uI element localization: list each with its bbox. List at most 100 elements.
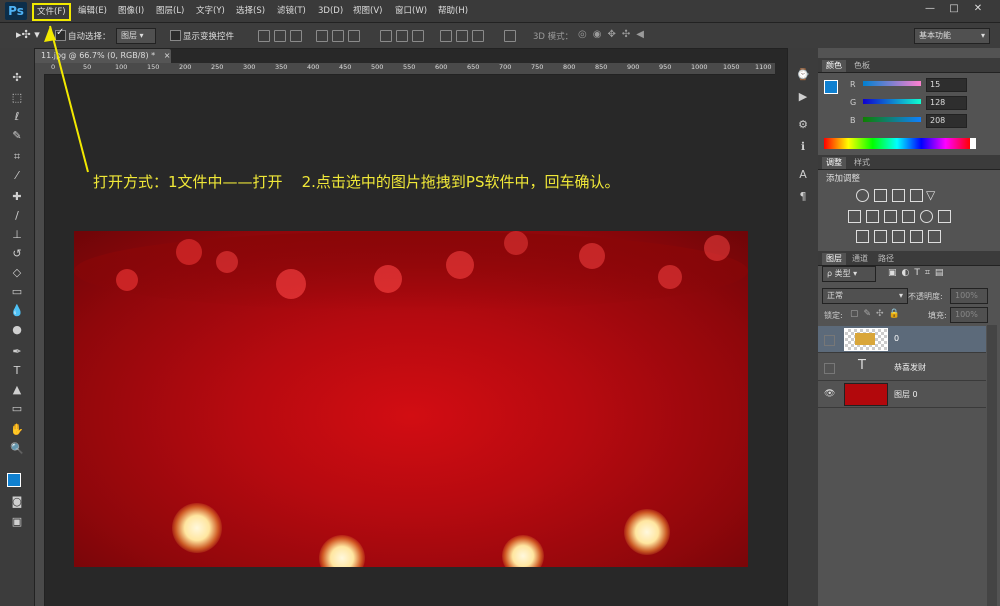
marquee-tool-icon[interactable]: ⬚	[9, 90, 25, 106]
tab-swatches[interactable]: 色板	[850, 60, 874, 72]
align-bottom-icon[interactable]	[290, 30, 302, 42]
menu-edit[interactable]: 编辑(E)	[78, 4, 107, 18]
color-lookup-icon[interactable]	[938, 210, 951, 223]
hand-tool-icon[interactable]: ✋	[9, 422, 25, 438]
info-panel-icon[interactable]: ℹ	[796, 140, 810, 154]
align-left-icon[interactable]	[316, 30, 328, 42]
layer-visibility-toggle[interactable]	[824, 363, 835, 374]
adjust-panel-icon[interactable]: ⚙	[796, 118, 810, 132]
exposure-icon[interactable]	[910, 189, 923, 202]
show-transform-checkbox[interactable]	[170, 30, 181, 41]
channel-r-value[interactable]: 15	[926, 78, 967, 92]
fill-field[interactable]: 100%	[950, 307, 988, 323]
menu-file[interactable]: 文件(F)	[32, 3, 71, 21]
restore-button[interactable]: □	[944, 2, 964, 16]
channel-b-value[interactable]: 208	[926, 114, 967, 128]
distribute-right-icon[interactable]	[472, 30, 484, 42]
levels-icon[interactable]	[874, 189, 887, 202]
align-hcenter-icon[interactable]	[332, 30, 344, 42]
menu-filter[interactable]: 滤镜(T)	[277, 4, 306, 18]
blend-mode-dropdown[interactable]: 正常 ▾	[822, 288, 908, 304]
character-panel-icon[interactable]: A	[796, 168, 810, 182]
photo-filter-icon[interactable]	[902, 210, 915, 223]
menu-type[interactable]: 文字(Y)	[196, 4, 225, 18]
layer-row[interactable]: 0	[818, 326, 986, 353]
lasso-tool-icon[interactable]: ℓ	[9, 109, 25, 125]
layer-row[interactable]: 👁 图层 0	[818, 381, 986, 408]
eraser-tool-icon[interactable]: ◇	[9, 265, 25, 281]
zoom-tool-icon[interactable]: 🔍	[9, 441, 25, 457]
blur-tool-icon[interactable]: 💧	[9, 303, 25, 319]
quick-select-tool-icon[interactable]: ✎	[9, 128, 25, 144]
bw-icon[interactable]	[884, 210, 897, 223]
distribute-left-icon[interactable]	[440, 30, 452, 42]
eyedropper-tool-icon[interactable]: ⁄	[9, 168, 25, 184]
workspace-dropdown[interactable]: 基本功能 ▾	[914, 28, 990, 44]
brush-tool-icon[interactable]: /	[9, 208, 25, 224]
menu-help[interactable]: 帮助(H)	[438, 4, 468, 18]
channel-g-value[interactable]: 128	[926, 96, 967, 110]
move-tool-icon[interactable]: ✣	[9, 70, 25, 86]
clone-stamp-tool-icon[interactable]: ⊥	[9, 227, 25, 243]
tab-layers[interactable]: 图层	[822, 253, 846, 265]
invert-icon[interactable]	[856, 230, 869, 243]
menu-3d[interactable]: 3D(D)	[318, 4, 343, 18]
selective-color-icon[interactable]	[910, 230, 923, 243]
tab-channels[interactable]: 通道	[848, 253, 872, 265]
tab-styles[interactable]: 样式	[850, 157, 874, 169]
vibrance-icon[interactable]: ▽	[926, 188, 935, 202]
gradient-tool-icon[interactable]: ▭	[9, 284, 25, 300]
hue-icon[interactable]	[848, 210, 861, 223]
spectrum-white[interactable]	[970, 138, 976, 149]
shape-tool-icon[interactable]: ▭	[9, 401, 25, 417]
layers-scrollbar[interactable]	[987, 325, 997, 606]
menu-view[interactable]: 视图(V)	[353, 4, 382, 18]
quick-mask-icon[interactable]: ◙	[9, 494, 25, 510]
history-panel-icon[interactable]: ⌚	[796, 68, 810, 82]
tab-paths[interactable]: 路径	[874, 253, 898, 265]
channel-b-slider[interactable]	[863, 117, 921, 122]
layer-row[interactable]: T 恭喜发财	[818, 354, 986, 381]
crop-tool-icon[interactable]: ⌗	[9, 149, 25, 165]
layer-filter-dropdown[interactable]: ρ 类型 ▾	[822, 266, 876, 282]
color-balance-icon[interactable]	[866, 210, 879, 223]
canvas-image[interactable]	[74, 231, 748, 567]
move-tool-preset-icon[interactable]: ▸✣ ▾	[16, 28, 40, 41]
document-close-button[interactable]: ×	[164, 51, 171, 60]
layer-filter-icons[interactable]: ▣◐T⌗▤	[888, 268, 948, 278]
auto-select-dropdown[interactable]: 图层 ▾	[116, 28, 156, 44]
history-brush-tool-icon[interactable]: ↺	[9, 246, 25, 262]
channel-mixer-icon[interactable]	[920, 210, 933, 223]
color-spectrum[interactable]	[824, 138, 970, 149]
screen-mode-icon[interactable]: ▣	[9, 514, 25, 530]
minimize-button[interactable]: —	[920, 2, 940, 16]
close-window-button[interactable]: ✕	[968, 2, 988, 16]
lock-icons[interactable]: ▢✎✣🔒	[850, 309, 905, 319]
menu-layer[interactable]: 图层(L)	[156, 4, 184, 18]
type-tool-icon[interactable]: T	[9, 363, 25, 379]
align-top-icon[interactable]	[258, 30, 270, 42]
menu-window[interactable]: 窗口(W)	[395, 4, 427, 18]
gradient-map-icon[interactable]	[928, 230, 941, 243]
align-vcenter-icon[interactable]	[274, 30, 286, 42]
3d-mode-icons[interactable]: ◎◉✥✣◀	[578, 29, 650, 40]
layer-visibility-toggle[interactable]	[824, 335, 835, 346]
distribute-hcenter-icon[interactable]	[456, 30, 468, 42]
distribute-top-icon[interactable]	[380, 30, 392, 42]
path-select-tool-icon[interactable]: ▲	[9, 382, 25, 398]
distribute-vcenter-icon[interactable]	[396, 30, 408, 42]
auto-align-icon[interactable]	[504, 30, 516, 42]
dodge-tool-icon[interactable]: ●	[9, 322, 25, 338]
pen-tool-icon[interactable]: ✒	[9, 344, 25, 360]
distribute-bottom-icon[interactable]	[412, 30, 424, 42]
opacity-field[interactable]: 100%	[950, 288, 988, 304]
menu-select[interactable]: 选择(S)	[236, 4, 265, 18]
tab-adjustments[interactable]: 调整	[822, 157, 846, 169]
threshold-icon[interactable]	[892, 230, 905, 243]
eye-icon[interactable]: 👁	[824, 389, 835, 399]
foreground-color-swatch[interactable]	[7, 473, 21, 487]
channel-g-slider[interactable]	[863, 99, 921, 104]
brightness-icon[interactable]	[856, 189, 869, 202]
healing-tool-icon[interactable]: ✚	[9, 189, 25, 205]
color-fg-swatch[interactable]	[824, 80, 838, 94]
